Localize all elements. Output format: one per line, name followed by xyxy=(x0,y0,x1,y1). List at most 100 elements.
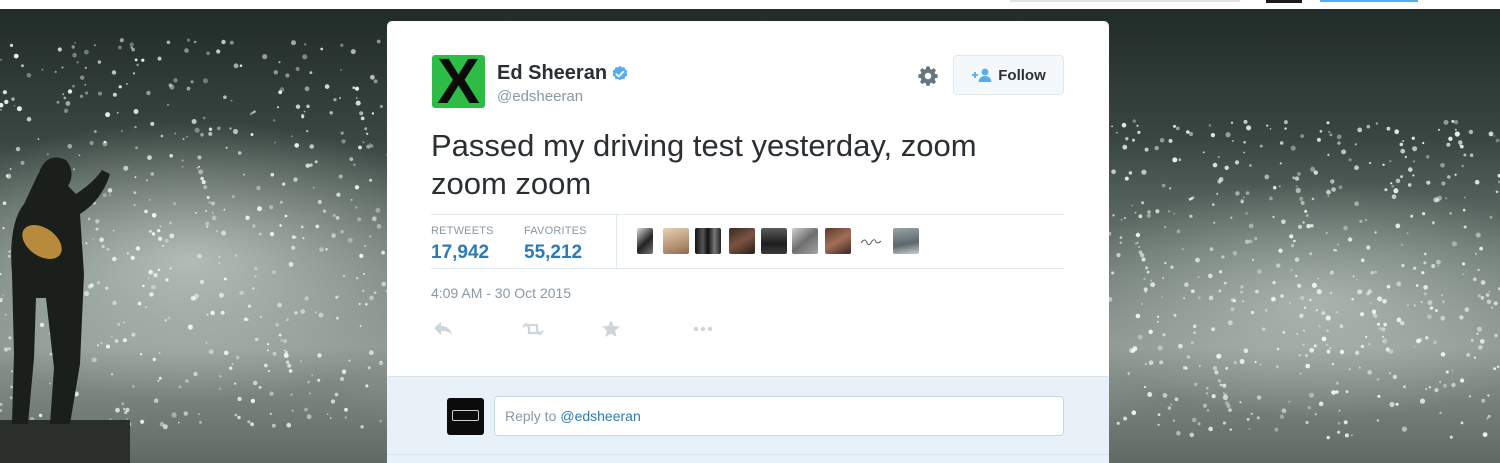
favorites-stat[interactable]: FAVORITES 55,212 xyxy=(524,225,587,264)
phone-light xyxy=(148,269,154,275)
phone-light xyxy=(376,39,381,44)
phone-light xyxy=(169,154,173,158)
phone-light xyxy=(1144,291,1147,294)
phone-light xyxy=(1368,161,1372,165)
phone-light xyxy=(336,316,339,320)
phone-light xyxy=(295,104,301,109)
phone-light xyxy=(1406,232,1409,235)
phone-light xyxy=(1473,356,1476,359)
phone-light xyxy=(1316,289,1322,295)
phone-light xyxy=(1479,246,1483,251)
phone-light xyxy=(1162,333,1166,337)
phone-light xyxy=(193,40,197,44)
phone-light xyxy=(332,213,336,218)
phone-light xyxy=(1355,278,1358,281)
phone-light xyxy=(1319,129,1323,133)
favoriter-avatar[interactable] xyxy=(637,228,653,254)
phone-light xyxy=(1468,395,1472,398)
phone-light xyxy=(237,151,242,155)
phone-light xyxy=(1315,309,1318,312)
user-handle[interactable]: @edsheeran xyxy=(497,88,583,105)
phone-light xyxy=(1225,366,1229,370)
phone-light xyxy=(136,63,139,67)
retweet-icon[interactable] xyxy=(521,318,545,340)
phone-light xyxy=(286,318,289,322)
phone-light xyxy=(208,201,211,204)
phone-light xyxy=(1331,187,1336,192)
retweets-stat[interactable]: RETWEETS 17,942 xyxy=(431,225,494,264)
phone-light xyxy=(1394,129,1400,135)
phone-light xyxy=(322,209,327,213)
phone-light xyxy=(1395,402,1399,406)
favoriter-avatar[interactable] xyxy=(825,228,851,254)
favoriter-avatar[interactable] xyxy=(761,228,787,254)
phone-light xyxy=(237,396,242,402)
phone-light xyxy=(1240,285,1244,289)
phone-light xyxy=(1400,321,1405,326)
phone-light xyxy=(223,350,229,356)
phone-light xyxy=(206,196,210,199)
phone-light xyxy=(1148,329,1153,334)
favoriter-avatar[interactable] xyxy=(792,228,818,254)
phone-light xyxy=(126,82,128,85)
phone-light xyxy=(151,213,157,218)
phone-light xyxy=(1392,374,1398,380)
current-user-avatar[interactable] xyxy=(447,398,484,435)
favoriter-avatar[interactable] xyxy=(729,228,755,254)
phone-light xyxy=(337,295,340,298)
phone-light xyxy=(11,97,15,101)
favoriter-avatar[interactable] xyxy=(858,228,884,254)
phone-light xyxy=(1240,199,1244,203)
phone-light xyxy=(304,43,307,46)
reply-mention: @edsheeran xyxy=(560,408,641,424)
phone-light xyxy=(324,84,330,89)
phone-light xyxy=(1344,433,1349,438)
phone-light xyxy=(365,303,368,306)
phone-light xyxy=(1460,421,1464,425)
phone-light xyxy=(230,99,233,102)
phone-light xyxy=(169,267,172,270)
phone-light xyxy=(259,316,262,318)
phone-light xyxy=(294,143,300,148)
favoriter-avatar[interactable] xyxy=(663,228,689,254)
tweet-timestamp[interactable]: 4:09 AM - 30 Oct 2015 xyxy=(431,285,571,301)
reply-input[interactable]: Reply to @edsheeran xyxy=(494,396,1064,436)
user-fullname[interactable]: Ed Sheeran xyxy=(497,62,607,85)
phone-light xyxy=(1386,284,1391,289)
phone-light xyxy=(1378,327,1382,330)
reply-icon[interactable] xyxy=(431,318,455,340)
favoriter-avatar[interactable] xyxy=(695,228,721,254)
reply-area: Reply to @edsheeran xyxy=(387,376,1109,463)
phone-light xyxy=(1437,128,1441,131)
phone-light xyxy=(1145,266,1149,270)
phone-light xyxy=(140,353,143,356)
phone-light xyxy=(198,169,204,175)
phone-light xyxy=(1276,263,1281,268)
phone-light xyxy=(1224,165,1229,170)
phone-light xyxy=(1223,393,1228,397)
phone-light xyxy=(355,97,358,99)
tweet-card: X Ed Sheeran @edsheeran Follow Passed my… xyxy=(387,21,1109,463)
gear-icon[interactable] xyxy=(917,65,939,87)
phone-light xyxy=(1476,332,1479,335)
favoriter-avatar[interactable] xyxy=(893,228,919,254)
phone-light xyxy=(1309,298,1312,302)
phone-light xyxy=(271,423,276,428)
phone-light xyxy=(137,301,142,306)
user-avatar[interactable]: X xyxy=(432,55,485,108)
phone-light xyxy=(375,207,381,213)
phone-light xyxy=(221,230,227,236)
favorite-icon[interactable] xyxy=(599,318,623,340)
phone-light xyxy=(1401,264,1405,268)
more-icon[interactable] xyxy=(691,318,715,340)
phone-light xyxy=(1135,232,1141,238)
phone-light xyxy=(158,352,161,354)
phone-light xyxy=(1464,196,1466,199)
phone-light xyxy=(237,415,241,420)
phone-light xyxy=(277,106,279,109)
phone-light xyxy=(1210,133,1215,138)
follow-button[interactable]: Follow xyxy=(953,55,1064,95)
phone-light xyxy=(1119,236,1123,239)
phone-light xyxy=(164,238,169,243)
phone-light xyxy=(1360,344,1365,349)
